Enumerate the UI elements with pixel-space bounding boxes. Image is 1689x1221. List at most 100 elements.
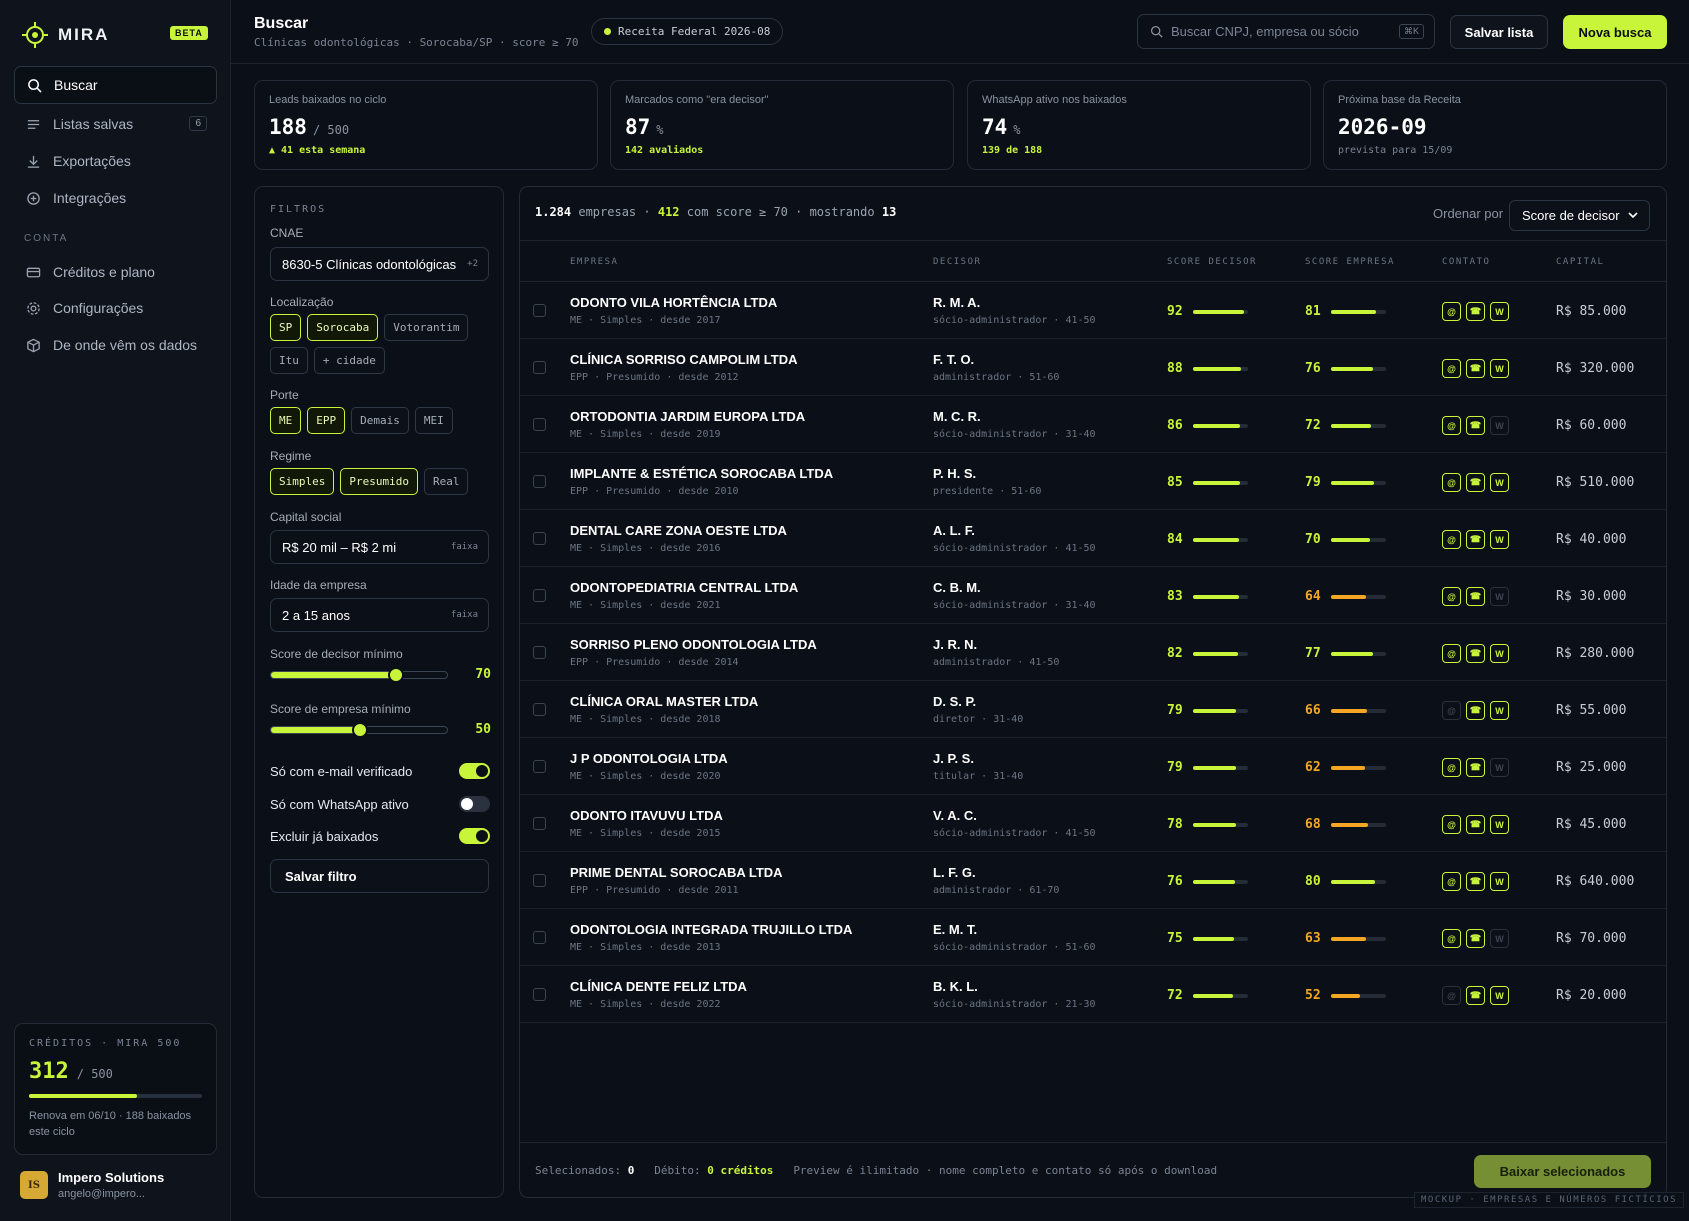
score-fill [1193, 993, 1233, 998]
filter-chip[interactable]: Votorantim [384, 314, 469, 341]
sidebar-item-dados[interactable]: De onde vêm os dados [14, 326, 217, 364]
filter-chip[interactable]: + cidade [313, 347, 385, 374]
filter-chip[interactable]: Real [423, 468, 469, 495]
user-profile[interactable]: IS Impero Solutions angelo@impero... [20, 1170, 164, 1200]
col-empresa[interactable]: EMPRESA [570, 257, 618, 267]
row-checkbox[interactable] [533, 760, 546, 773]
company-cell[interactable]: SORRISO PLENO ODONTOLOGIA LTDA EPP · Pre… [570, 637, 817, 668]
save-filter-button[interactable]: Salvar filtro [270, 859, 489, 893]
sidebar-item-listas[interactable]: Listas salvas 6 [14, 105, 217, 143]
company-cell[interactable]: DENTAL CARE ZONA OESTE LTDA ME · Simples… [570, 523, 787, 554]
row-checkbox[interactable] [533, 304, 546, 317]
table-row[interactable]: ODONTO ITAVUVU LTDA ME · Simples · desde… [520, 795, 1666, 852]
col-score-empresa[interactable]: SCORE EMPRESA [1305, 257, 1395, 267]
save-list-button[interactable]: Salvar lista [1450, 15, 1548, 49]
row-checkbox[interactable] [533, 532, 546, 545]
company-cell[interactable]: ODONTO ITAVUVU LTDA ME · Simples · desde… [570, 808, 723, 839]
filter-chip[interactable]: SP [270, 314, 302, 341]
col-decisor[interactable]: DECISOR [933, 257, 981, 267]
sidebar-item-exportacoes[interactable]: Exportações [14, 142, 217, 180]
toggle-whatsapp-active[interactable]: Só com WhatsApp ativo [270, 796, 490, 812]
empresa-score-slider[interactable] [270, 722, 448, 738]
row-checkbox[interactable] [533, 874, 546, 887]
row-checkbox[interactable] [533, 988, 546, 1001]
sidebar-item-creditos[interactable]: Créditos e plano [14, 253, 217, 291]
company-cell[interactable]: ORTODONTIA JARDIM EUROPA LTDA ME · Simpl… [570, 409, 805, 440]
row-checkbox[interactable] [533, 361, 546, 374]
company-name: DENTAL CARE ZONA OESTE LTDA [570, 523, 787, 538]
company-cell[interactable]: ODONTO VILA HORTÊNCIA LTDA ME · Simples … [570, 295, 777, 326]
row-checkbox[interactable] [533, 931, 546, 944]
toggle-email-verified[interactable]: Só com e-mail verificado [270, 763, 490, 779]
table-row[interactable]: ODONTOLOGIA INTEGRADA TRUJILLO LTDA ME ·… [520, 909, 1666, 966]
row-checkbox[interactable] [533, 703, 546, 716]
table-row[interactable]: CLÍNICA ORAL MASTER LTDA ME · Simples · … [520, 681, 1666, 738]
company-cell[interactable]: CLÍNICA ORAL MASTER LTDA ME · Simples · … [570, 694, 758, 725]
row-checkbox[interactable] [533, 817, 546, 830]
filter-chip[interactable]: EPP [307, 407, 346, 434]
credits-progress-fill [29, 1094, 137, 1098]
capital-value: R$ 20 mil – R$ 2 mi [282, 539, 397, 555]
company-cell[interactable]: CLÍNICA SORRISO CAMPOLIM LTDA EPP · Pres… [570, 352, 798, 383]
download-selected-button[interactable]: Baixar selecionados [1474, 1155, 1651, 1188]
table-row[interactable]: IMPLANTE & ESTÉTICA SOROCABA LTDA EPP · … [520, 453, 1666, 510]
score-fill [1193, 366, 1242, 371]
row-checkbox[interactable] [533, 646, 546, 659]
slider-handle[interactable] [387, 667, 404, 683]
decisor-score-slider[interactable] [270, 667, 448, 683]
toggle-switch[interactable] [459, 796, 490, 812]
stat-card-leads: Leads baixados no ciclo 188 / 500 ▲ 41 es… [254, 80, 598, 170]
capital-field[interactable]: R$ 20 mil – R$ 2 mi faixa [270, 530, 489, 564]
row-checkbox[interactable] [533, 589, 546, 602]
row-checkbox[interactable] [533, 475, 546, 488]
filter-chip[interactable]: Itu [270, 347, 308, 374]
search-input[interactable] [1171, 24, 1391, 39]
table-row[interactable]: J P ODONTOLOGIA LTDA ME · Simples · desd… [520, 738, 1666, 795]
col-score-decisor[interactable]: SCORE DECISOR [1167, 257, 1257, 267]
brand[interactable]: MIRA [22, 22, 109, 48]
company-name: CLÍNICA ORAL MASTER LTDA [570, 694, 759, 709]
filter-chip[interactable]: Sorocaba [307, 314, 379, 341]
col-capital[interactable]: CAPITAL [1556, 257, 1604, 267]
company-cell[interactable]: J P ODONTOLOGIA LTDA ME · Simples · desd… [570, 751, 728, 782]
table-row[interactable]: ODONTO VILA HORTÊNCIA LTDA ME · Simples … [520, 282, 1666, 339]
company-cell[interactable]: ODONTOPEDIATRIA CENTRAL LTDA ME · Simple… [570, 580, 798, 611]
toggle-switch[interactable] [459, 763, 490, 779]
age-field[interactable]: 2 a 15 anos faixa [270, 598, 489, 632]
company-cell[interactable]: ODONTOLOGIA INTEGRADA TRUJILLO LTDA ME ·… [570, 922, 852, 953]
table-row[interactable]: ODONTOPEDIATRIA CENTRAL LTDA ME · Simple… [520, 567, 1666, 624]
slider-handle[interactable] [352, 722, 368, 738]
table-row[interactable]: ORTODONTIA JARDIM EUROPA LTDA ME · Simpl… [520, 396, 1666, 453]
decisor-role: administrador · 41-50 [933, 657, 1060, 668]
sort-select[interactable]: Score de decisor [1509, 200, 1650, 231]
table-row[interactable]: SORRISO PLENO ODONTOLOGIA LTDA EPP · Pre… [520, 624, 1666, 681]
empresa-score-bar [1331, 993, 1386, 998]
search-box[interactable]: ⌘K [1137, 14, 1435, 49]
decisor-score: 86 [1167, 418, 1248, 433]
toggle-switch[interactable] [459, 828, 490, 844]
table-row[interactable]: CLÍNICA DENTE FELIZ LTDA ME · Simples · … [520, 966, 1666, 1023]
filter-chip[interactable]: Demais [351, 407, 409, 434]
table-row[interactable]: DENTAL CARE ZONA OESTE LTDA ME · Simples… [520, 510, 1666, 567]
col-contato[interactable]: CONTATO [1442, 257, 1490, 267]
sidebar-item-buscar[interactable]: Buscar [14, 66, 217, 104]
empresa-score-bar [1331, 480, 1386, 485]
company-cell[interactable]: PRIME DENTAL SOROCABA LTDA EPP · Presumi… [570, 865, 783, 896]
filter-chip[interactable]: MEI [414, 407, 453, 434]
empresa-score-bar [1331, 366, 1386, 371]
company-cell[interactable]: CLÍNICA DENTE FELIZ LTDA ME · Simples · … [570, 979, 747, 1010]
sidebar-item-configuracoes[interactable]: Configurações [14, 289, 217, 327]
new-search-button[interactable]: Nova busca [1563, 15, 1667, 49]
company-cell[interactable]: IMPLANTE & ESTÉTICA SOROCABA LTDA EPP · … [570, 466, 833, 497]
filter-chip[interactable]: ME [270, 407, 302, 434]
table-row[interactable]: CLÍNICA SORRISO CAMPOLIM LTDA EPP · Pres… [520, 339, 1666, 396]
table-row[interactable]: PRIME DENTAL SOROCABA LTDA EPP · Presumi… [520, 852, 1666, 909]
cnae-field[interactable]: 8630-5 Clínicas odontológicas +2 [270, 247, 489, 281]
contact-icons: @ ☎ W [1442, 872, 1509, 891]
row-checkbox[interactable] [533, 418, 546, 431]
cnae-extra-count: +2 [467, 259, 478, 269]
filter-chip[interactable]: Simples [270, 468, 335, 495]
sidebar-item-integracoes[interactable]: Integrações [14, 179, 217, 217]
filter-chip[interactable]: Presumido [340, 468, 418, 495]
toggle-exclude-downloaded[interactable]: Excluir já baixados [270, 828, 490, 844]
